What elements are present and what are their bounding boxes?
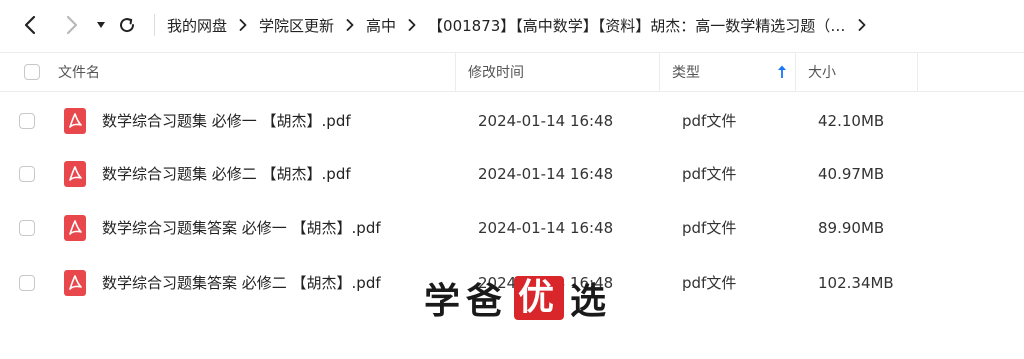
- breadcrumb-more-button[interactable]: [858, 19, 866, 31]
- column-header-modified-label: 修改时间: [468, 65, 524, 81]
- breadcrumb-item-highschool[interactable]: 高中: [364, 15, 398, 36]
- select-all-checkbox[interactable]: [24, 64, 40, 80]
- watermark-logo: 学爸 优 选: [424, 272, 612, 324]
- file-type: pdf文件: [682, 274, 737, 292]
- file-size: 102.34MB: [818, 273, 894, 292]
- toolbar: 我的网盘 学院区更新 高中 【001873】【高中数学】【资料】胡杰：高一数学精…: [0, 0, 1024, 50]
- breadcrumb: 我的网盘 学院区更新 高中 【001873】【高中数学】【资料】胡杰：高一数学精…: [165, 15, 1024, 36]
- dropdown-icon: [97, 22, 105, 28]
- watermark-text-highlight: 优: [514, 276, 565, 320]
- column-header-type-label: 类型: [672, 65, 700, 81]
- file-modified: 2024-01-14 16:48: [478, 164, 614, 183]
- refresh-icon: [120, 18, 135, 33]
- pdf-file-icon: [64, 214, 86, 241]
- file-size: 40.97MB: [818, 164, 885, 183]
- row-checkbox[interactable]: [19, 165, 35, 182]
- row-checkbox[interactable]: [19, 112, 35, 129]
- header-select-all-cell: 文件名: [0, 53, 456, 91]
- row-checkbox-cell: [0, 274, 54, 291]
- forward-button[interactable]: [54, 7, 90, 43]
- row-checkbox[interactable]: [19, 219, 35, 236]
- chevron-right-icon: [858, 19, 866, 31]
- chevron-right-icon: [346, 19, 354, 31]
- file-type: pdf文件: [682, 165, 737, 183]
- chevron-right-icon: [239, 19, 247, 31]
- chevron-right-icon: [408, 19, 416, 31]
- back-icon: [24, 15, 36, 35]
- pdf-file-icon: [64, 269, 86, 296]
- file-list-header: 文件名 修改时间 类型 大小: [0, 52, 1024, 92]
- column-header-size[interactable]: 大小: [796, 53, 918, 91]
- row-checkbox-cell: [0, 112, 54, 129]
- sort-ascending-icon: [777, 65, 787, 79]
- column-header-size-label: 大小: [808, 65, 836, 81]
- file-name[interactable]: 数学综合习题集 必修二 【胡杰】.pdf: [102, 163, 478, 184]
- back-button[interactable]: [12, 7, 48, 43]
- row-checkbox-cell: [0, 219, 54, 236]
- table-row[interactable]: 数学综合习题集 必修一 【胡杰】.pdf 2024-01-14 16:48 pd…: [0, 94, 1024, 147]
- row-checkbox[interactable]: [19, 274, 35, 291]
- column-header-name[interactable]: 文件名: [58, 62, 100, 82]
- column-header-type[interactable]: 类型: [660, 53, 796, 91]
- row-checkbox-cell: [0, 165, 54, 182]
- file-type: pdf文件: [682, 219, 737, 237]
- file-size: 89.90MB: [818, 218, 885, 237]
- history-dropdown-button[interactable]: [90, 7, 112, 43]
- table-row[interactable]: 数学综合习题集答案 必修一 【胡杰】.pdf 2024-01-14 16:48 …: [0, 201, 1024, 254]
- column-header-filler: [918, 53, 1024, 91]
- toolbar-divider: [154, 14, 155, 36]
- breadcrumb-item-my-drive[interactable]: 我的网盘: [165, 15, 229, 36]
- file-modified: 2024-01-14 16:48: [478, 111, 614, 130]
- watermark-text-part3: 选: [570, 281, 613, 322]
- file-modified: 2024-01-14 16:48: [478, 218, 614, 237]
- pdf-file-icon: [64, 160, 86, 187]
- file-size: 42.10MB: [818, 111, 885, 130]
- column-header-modified[interactable]: 修改时间: [456, 53, 660, 91]
- breadcrumb-item-academy[interactable]: 学院区更新: [257, 15, 336, 36]
- refresh-button[interactable]: [112, 7, 142, 43]
- file-name[interactable]: 数学综合习题集答案 必修二 【胡杰】.pdf: [102, 272, 478, 293]
- pdf-file-icon: [64, 107, 86, 134]
- forward-icon: [66, 15, 78, 35]
- table-row[interactable]: 数学综合习题集 必修二 【胡杰】.pdf 2024-01-14 16:48 pd…: [0, 147, 1024, 200]
- watermark-text-part1: 学爸: [424, 281, 509, 322]
- file-type: pdf文件: [682, 112, 737, 130]
- breadcrumb-item-current-folder[interactable]: 【001873】【高中数学】【资料】胡杰：高一数学精选习题（配答案解析...: [426, 15, 850, 36]
- file-name[interactable]: 数学综合习题集 必修一 【胡杰】.pdf: [102, 110, 478, 131]
- file-name[interactable]: 数学综合习题集答案 必修一 【胡杰】.pdf: [102, 217, 478, 238]
